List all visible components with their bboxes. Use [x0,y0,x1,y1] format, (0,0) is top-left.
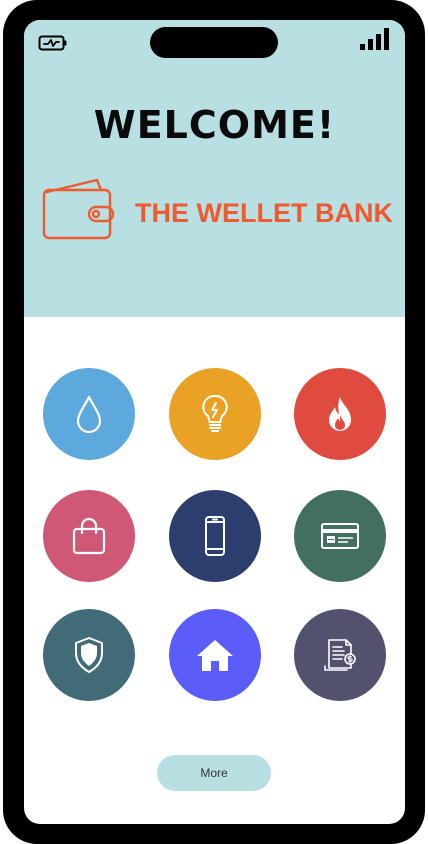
wallet-icon [41,176,115,242]
electricity-service-button[interactable] [169,368,261,460]
app-screen: WELCOME! THE WELLET BANK More [24,20,405,824]
home-service-button[interactable] [169,609,261,701]
bill-receipt-icon [320,635,360,675]
camera-notch [150,27,278,58]
welcome-title: WELCOME! [93,103,336,147]
credit-card-icon [320,521,360,551]
home-icon [195,637,235,673]
signal-bars-icon [359,27,393,51]
welcome-header: WELCOME! THE WELLET BANK [24,20,405,317]
shield-icon [72,635,106,675]
insurance-service-button[interactable] [43,609,135,701]
shopping-service-button[interactable] [43,490,135,582]
bank-name: THE WELLET BANK [135,198,393,228]
water-service-button[interactable] [43,368,135,460]
shopping-bag-icon [70,516,108,556]
fire-icon [323,394,357,434]
bills-service-button[interactable] [294,609,386,701]
water-drop-icon [72,394,106,434]
gas-service-button[interactable] [294,368,386,460]
battery-charging-icon [38,34,68,52]
mobile-service-button[interactable] [169,490,261,582]
card-service-button[interactable] [294,490,386,582]
mobile-phone-icon [202,515,228,557]
light-bulb-icon [198,393,232,435]
more-button[interactable]: More [157,755,271,791]
